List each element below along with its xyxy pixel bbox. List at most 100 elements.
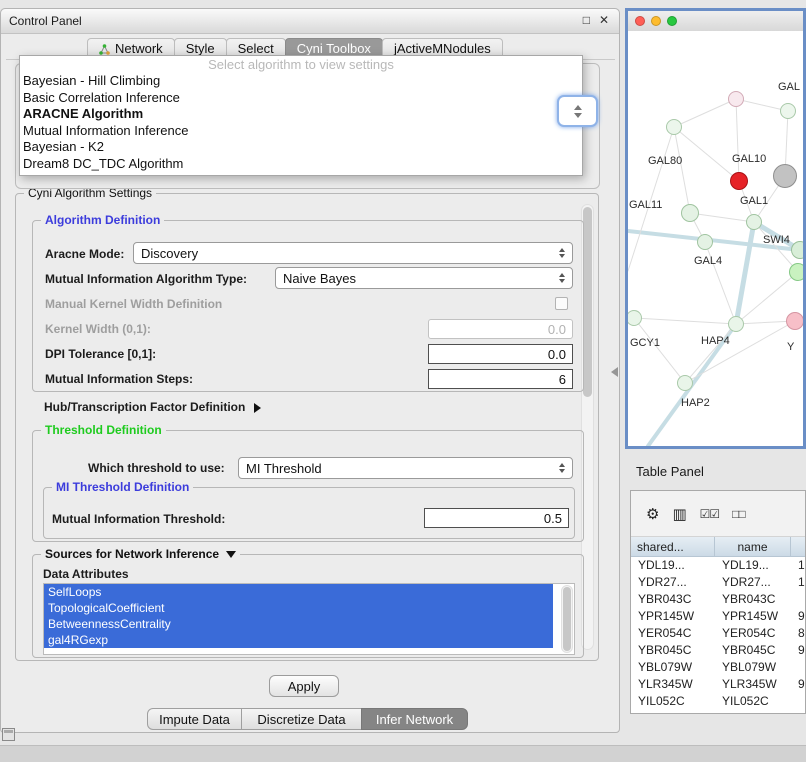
algorithm-combo-stepper[interactable] <box>557 95 598 127</box>
table-row[interactable]: YDL19...YDL19...13 <box>631 557 805 574</box>
algorithm-option-bayesian-k2[interactable]: Bayesian - K2 <box>20 139 582 156</box>
algorithm-definition-group: Algorithm Definition Aracne Mode: Discov… <box>32 220 584 392</box>
network-node-swi4[interactable] <box>791 241 803 259</box>
network-node-label: GAL11 <box>629 199 662 211</box>
attribute-item-gal4rgexp[interactable]: gal4RGexp <box>44 632 553 648</box>
table-row[interactable]: YBL079WYBL079W <box>631 659 805 676</box>
algorithm-option-aracne-algorithm[interactable]: ARACNE Algorithm <box>20 106 582 123</box>
table-cell: YDR27... <box>631 574 715 591</box>
table-row[interactable]: YDR27...YDR27...12 <box>631 574 805 591</box>
expand-right-icon[interactable] <box>254 403 261 413</box>
network-window-titlebar[interactable] <box>628 11 803 32</box>
mi-threshold-group: MI Threshold Definition Mutual Informati… <box>43 487 575 539</box>
tab-impute-data[interactable]: Impute Data <box>147 708 242 730</box>
traffic-light-zoom-icon[interactable] <box>667 16 677 26</box>
network-node-label: HAP2 <box>681 397 710 409</box>
table-row[interactable]: YBR045CYBR045C9. <box>631 642 805 659</box>
table-row[interactable]: YBR043CYBR043C <box>631 591 805 608</box>
floating-panel-icon[interactable] <box>2 728 15 741</box>
mi-steps-input[interactable]: 6 <box>428 369 573 389</box>
close-window-icon[interactable]: ✕ <box>599 13 609 27</box>
mi-algorithm-type-value: Naive Bayes <box>283 271 356 286</box>
attributes-scrollbar[interactable] <box>561 585 573 653</box>
network-node-label: SWI4 <box>763 234 790 246</box>
combo-arrows-icon <box>553 463 565 473</box>
aracne-mode-label: Aracne Mode: <box>45 247 124 261</box>
table-cell: YLR345W <box>631 676 715 693</box>
network-node-hap2[interactable] <box>677 375 693 391</box>
network-node[interactable] <box>728 91 744 107</box>
kernel-width-label: Kernel Width (0,1): <box>45 322 151 336</box>
network-node-hap4[interactable] <box>728 316 744 332</box>
control-panel-titlebar[interactable]: Control Panel □ ✕ <box>1 9 619 34</box>
mi-threshold-input[interactable]: 0.5 <box>424 508 569 528</box>
network-node[interactable] <box>789 263 803 281</box>
data-attributes-list[interactable]: SelfLoopsTopologicalCoefficientBetweenne… <box>43 583 575 655</box>
network-canvas[interactable]: GAL80GALGAL10GAL11GAL1SWI4GAL4HAP4YGCY1H… <box>628 31 803 446</box>
table-row[interactable]: YPR145WYPR145W9. <box>631 608 805 625</box>
algorithm-option-mutual-information-inference[interactable]: Mutual Information Inference <box>20 123 582 140</box>
manual-kernel-label: Manual Kernel Width Definition <box>45 297 222 311</box>
table-row[interactable]: YLR345WYLR345W9. <box>631 676 805 693</box>
network-node-gal1[interactable] <box>746 214 762 230</box>
table-cell: YBR043C <box>631 591 715 608</box>
table-cell <box>791 693 805 710</box>
table-cell: YDL19... <box>631 557 715 574</box>
attribute-item-selfloops[interactable]: SelfLoops <box>44 584 553 600</box>
dpi-tolerance-input[interactable]: 0.0 <box>428 344 573 364</box>
float-window-icon[interactable]: □ <box>583 13 590 27</box>
network-node-gal11[interactable] <box>681 204 699 222</box>
table-column-header-0[interactable]: shared... <box>631 537 715 557</box>
network-node-gal80[interactable] <box>666 119 682 135</box>
window-title: Control Panel <box>9 14 82 28</box>
tab-label: Style <box>186 42 215 56</box>
table-cell: 12 <box>791 574 805 591</box>
network-tab-icon <box>99 44 110 55</box>
column-layout-icon[interactable]: ▥ <box>672 505 686 523</box>
table-cell: YIL052C <box>631 693 715 710</box>
table-cell <box>791 659 805 676</box>
network-node-gal10[interactable] <box>730 172 748 190</box>
sources-toggle[interactable]: Sources for Network Inference <box>41 547 240 561</box>
tab-infer-network[interactable]: Infer Network <box>361 708 468 730</box>
network-node-label: GAL80 <box>648 155 682 167</box>
apply-button[interactable]: Apply <box>269 675 339 697</box>
attribute-item-betweennesscentrality[interactable]: BetweennessCentrality <box>44 616 553 632</box>
panel-collapse-arrow[interactable] <box>611 367 618 377</box>
table-cell: YBL079W <box>715 659 791 676</box>
attributes-scrollbar-thumb[interactable] <box>563 587 571 651</box>
attribute-item-topologicalcoefficient[interactable]: TopologicalCoefficient <box>44 600 553 616</box>
table-row[interactable]: YER054CYER054C8. <box>631 625 805 642</box>
algorithm-option-dream8-dc-tdc-algorithm[interactable]: Dream8 DC_TDC Algorithm <box>20 156 582 173</box>
table-column-header-1[interactable]: name <box>715 537 791 557</box>
settings-scrollbar-thumb[interactable] <box>583 207 592 397</box>
table-body: YDL19...YDL19...13YDR27...YDR27...12YBR0… <box>631 557 805 713</box>
hub-section-label: Hub/Transcription Factor Definition <box>44 400 245 414</box>
algorithm-option-basic-correlation-inference[interactable]: Basic Correlation Inference <box>20 90 582 107</box>
algorithm-option-bayesian-hill-climbing[interactable]: Bayesian - Hill Climbing <box>20 73 582 90</box>
stepper-down-icon <box>574 113 582 118</box>
network-node-y[interactable] <box>786 312 803 330</box>
network-node[interactable] <box>773 164 797 188</box>
deselect-all-icon[interactable]: □□ <box>732 507 745 521</box>
mi-algorithm-type-select[interactable]: Naive Bayes <box>275 267 573 289</box>
tab-label: Select <box>238 42 274 56</box>
which-threshold-select[interactable]: MI Threshold <box>238 457 573 479</box>
tab-discretize-data[interactable]: Discretize Data <box>241 708 362 730</box>
aracne-mode-select[interactable]: Discovery <box>133 242 573 264</box>
network-node-gal4[interactable] <box>697 234 713 250</box>
table-row[interactable]: YIL052CYIL052C <box>631 693 805 710</box>
manual-kernel-checkbox[interactable] <box>555 297 568 310</box>
table-header-row: shared...name <box>631 537 805 557</box>
kernel-width-input[interactable]: 0.0 <box>428 319 573 339</box>
network-node-gal[interactable] <box>780 103 796 119</box>
hub-section-toggle[interactable]: Hub/Transcription Factor Definition <box>44 400 261 414</box>
table-column-header-2[interactable] <box>791 537 806 557</box>
select-all-icon[interactable]: ☑☑ <box>700 507 720 521</box>
table-cell: YLR345W <box>715 676 791 693</box>
network-view-window: GAL80GALGAL10GAL11GAL1SWI4GAL4HAP4YGCY1H… <box>625 8 806 449</box>
expand-down-icon[interactable] <box>226 551 236 558</box>
traffic-light-close-icon[interactable] <box>635 16 645 26</box>
traffic-light-minimize-icon[interactable] <box>651 16 661 26</box>
settings-gear-icon[interactable]: ⚙ <box>646 505 659 523</box>
